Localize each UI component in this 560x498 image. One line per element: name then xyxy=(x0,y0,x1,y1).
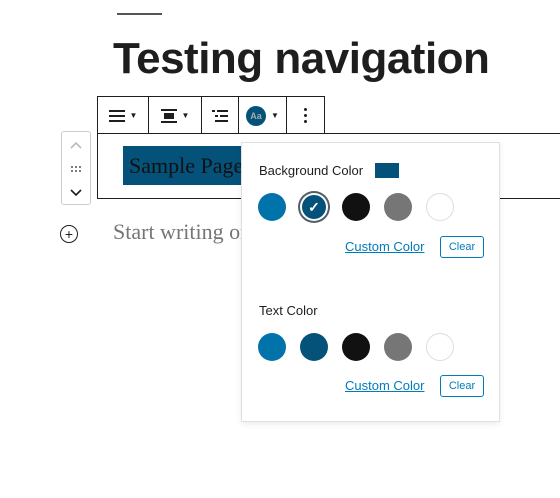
caret-down-icon: ▼ xyxy=(271,110,279,120)
check-icon: ✓ xyxy=(308,198,320,215)
swatch-dark-blue[interactable] xyxy=(300,333,328,361)
align-dropdown-button[interactable]: ▼ xyxy=(98,97,149,134)
text-color-label: Text Color xyxy=(259,303,318,318)
color-settings-popover: Background Color ✓ Custom Color Clear Te… xyxy=(241,142,500,422)
swatch-dark-blue[interactable]: ✓ xyxy=(302,195,326,219)
swatch-black[interactable] xyxy=(342,193,370,221)
text-color-icon: Aa xyxy=(246,105,267,126)
chevron-down-icon xyxy=(70,189,82,197)
move-up-button[interactable] xyxy=(62,134,90,156)
add-block-button[interactable]: + xyxy=(60,225,78,243)
list-indent-icon xyxy=(212,109,228,122)
drag-handle[interactable] xyxy=(62,158,90,180)
swatch-white[interactable] xyxy=(426,193,454,221)
more-options-button[interactable] xyxy=(287,97,324,134)
block-toolbar: ▼ ▼ Aa ▼ xyxy=(97,96,325,134)
list-button[interactable] xyxy=(202,97,239,134)
align-center-icon xyxy=(160,108,177,123)
drag-handle-icon xyxy=(71,166,81,172)
background-clear-button[interactable]: Clear xyxy=(440,236,484,258)
swatch-blue[interactable] xyxy=(258,333,286,361)
block-text[interactable]: Sample Page xyxy=(123,146,242,185)
background-color-indicator xyxy=(375,163,399,178)
background-custom-color-link[interactable]: Custom Color xyxy=(345,239,424,254)
background-swatches: ✓ xyxy=(258,193,454,221)
caret-down-icon: ▼ xyxy=(181,110,190,120)
swatch-white[interactable] xyxy=(426,333,454,361)
block-placeholder[interactable]: Start writing or type / to choose a bloc… xyxy=(113,219,243,245)
align-justify-icon xyxy=(108,109,125,122)
chevron-up-icon xyxy=(70,141,82,149)
swatch-black[interactable] xyxy=(342,333,370,361)
swatch-gray[interactable] xyxy=(384,193,412,221)
text-custom-color-link[interactable]: Custom Color xyxy=(345,378,424,393)
move-down-button[interactable] xyxy=(62,182,90,204)
separator-line xyxy=(117,13,162,15)
text-color-button[interactable]: Aa ▼ xyxy=(239,97,287,134)
plus-icon: + xyxy=(64,226,74,242)
block-align-dropdown-button[interactable]: ▼ xyxy=(149,97,202,134)
swatch-gray[interactable] xyxy=(384,333,412,361)
background-color-label: Background Color xyxy=(259,163,364,178)
block-mover xyxy=(61,131,91,205)
caret-down-icon: ▼ xyxy=(129,110,138,120)
more-vertical-icon xyxy=(304,108,307,123)
text-swatches xyxy=(258,333,454,361)
text-clear-button[interactable]: Clear xyxy=(440,375,484,397)
page-title[interactable]: Testing navigation xyxy=(113,34,490,84)
swatch-blue[interactable] xyxy=(258,193,286,221)
